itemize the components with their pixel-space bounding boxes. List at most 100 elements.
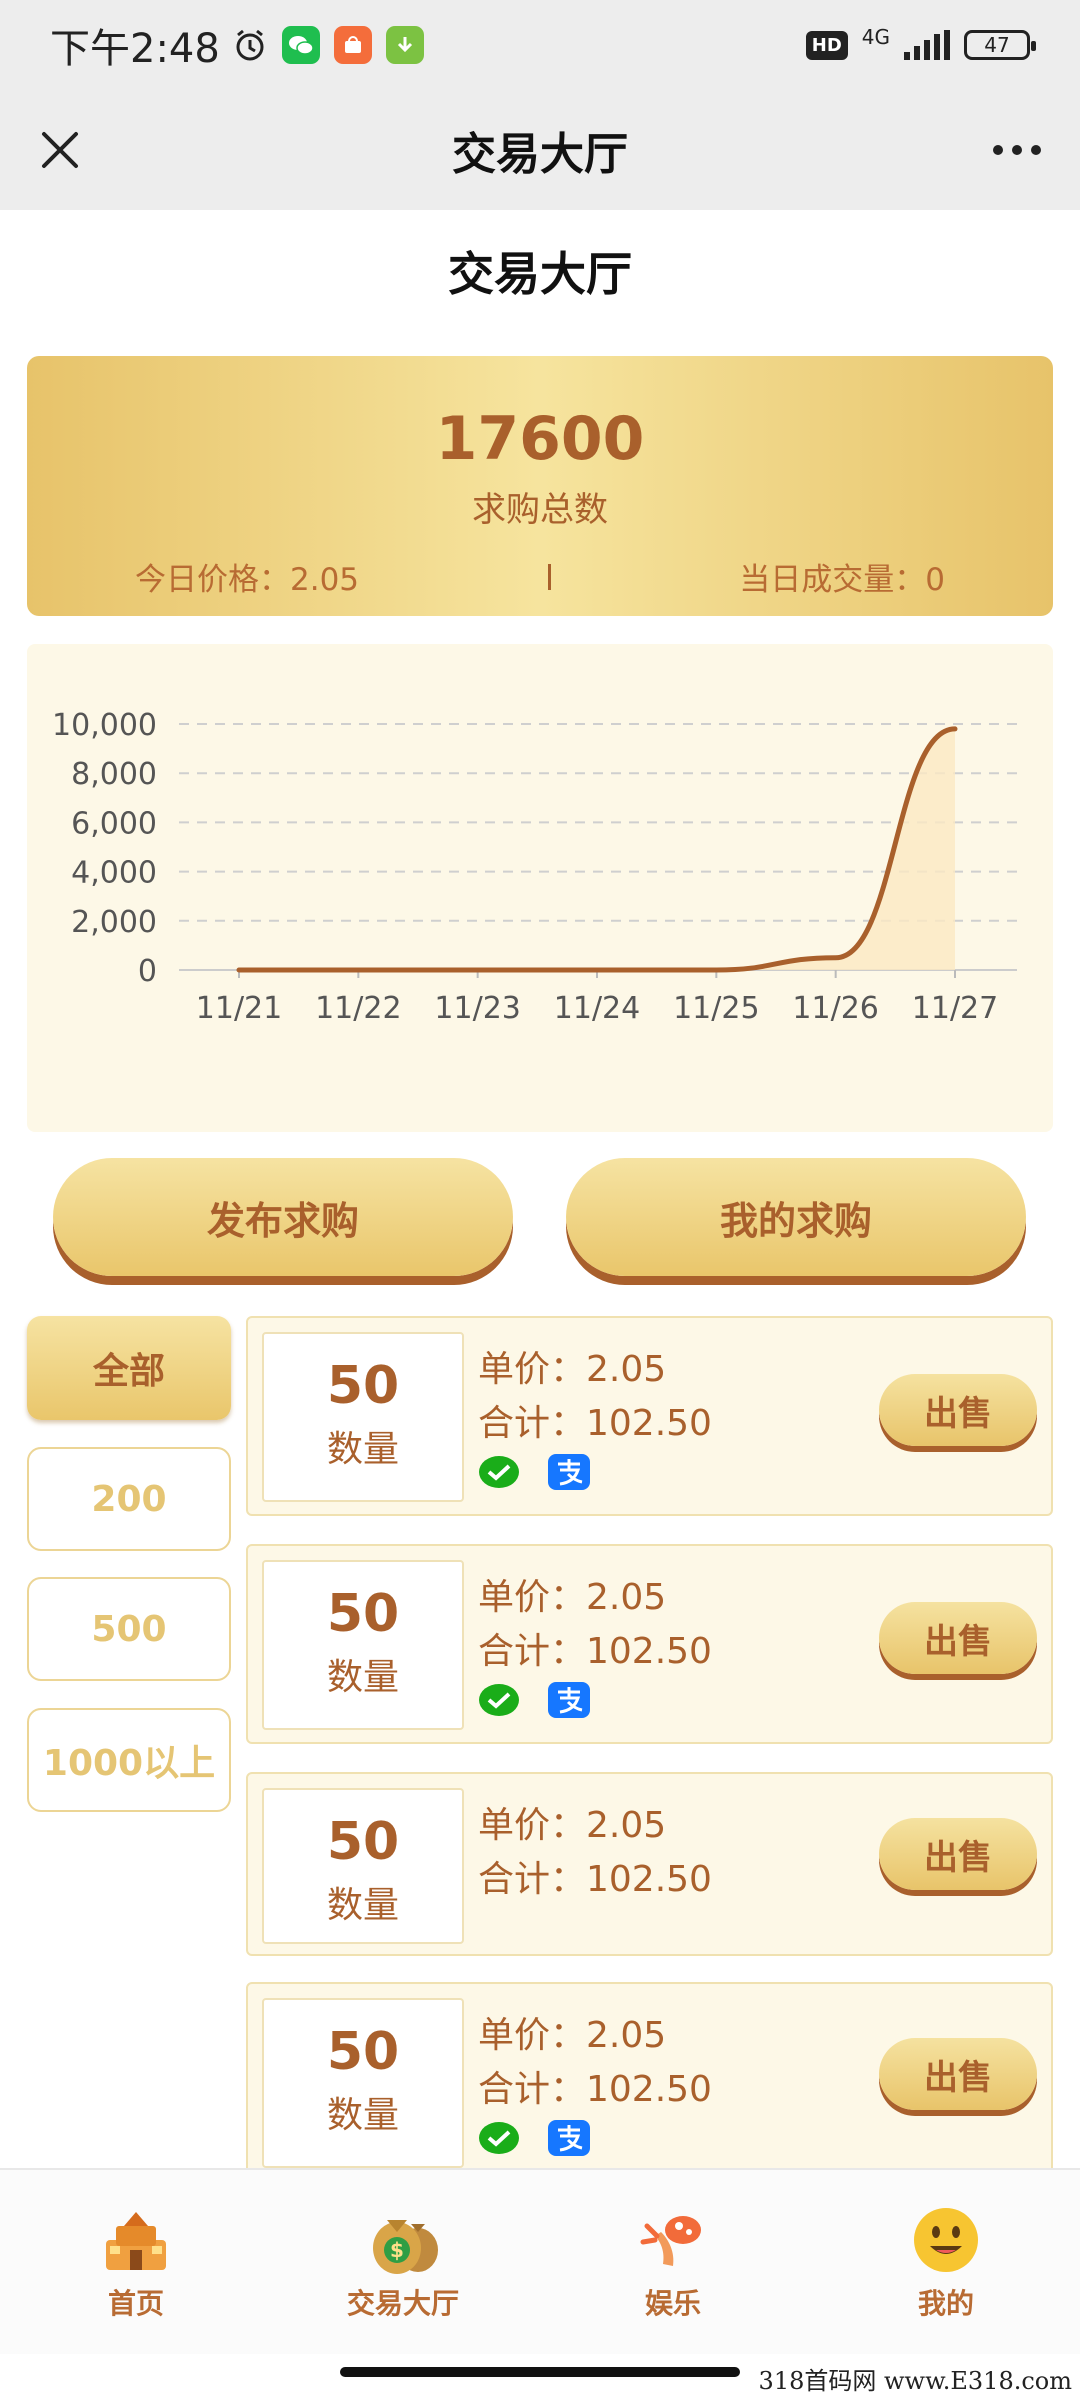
publish-purchase-button[interactable]: 发布求购 xyxy=(53,1158,513,1276)
filter-200[interactable]: 200 xyxy=(27,1447,231,1551)
home-indicator[interactable] xyxy=(340,2367,740,2377)
wechat-pay-icon xyxy=(478,1682,520,1722)
order-card: 50 数量 单价：2.05 合计：102.50 出售 xyxy=(246,1316,1053,1516)
nav-title: 交易大厅 xyxy=(452,129,628,180)
wechat-pay-icon xyxy=(478,2120,520,2160)
payment-methods xyxy=(478,2120,590,2160)
order-card: 50 数量 单价：2.05 合计：102.50 出售 xyxy=(246,1772,1053,1956)
battery-level: 47 xyxy=(984,33,1010,57)
signal-icon xyxy=(904,30,950,60)
order-total: 合计：102.50 xyxy=(478,2069,712,2110)
order-total: 合计：102.50 xyxy=(478,1403,712,1444)
shopping-app-icon xyxy=(333,26,372,64)
summary-card: 17600 求购总数 今日价格：2.05 当日成交量：0 xyxy=(27,356,1053,616)
total-purchase-count: 17600 xyxy=(435,404,645,474)
hd-badge: HD xyxy=(805,30,848,60)
page: 下午2:48 HD 4G 47 交易大厅 交易大厅 17600 求购总数 今日价… xyxy=(0,0,1080,2400)
unit-price: 单价：2.05 xyxy=(478,1805,667,1846)
quantity-value: 50 xyxy=(326,2022,400,2082)
home-icon xyxy=(96,2206,176,2276)
quantity-box: 50 数量 xyxy=(262,1998,464,2168)
today-volume: 当日成交量：0 xyxy=(739,562,945,598)
alarm-icon xyxy=(232,27,268,63)
quantity-label: 数量 xyxy=(326,2095,399,2136)
filter-500[interactable]: 500 xyxy=(27,1577,231,1681)
series-line xyxy=(236,726,958,973)
bottom-tab-bar: 首页 $ 交易大厅 娱乐 我的 xyxy=(0,2168,1080,2354)
entertainment-icon xyxy=(633,2206,713,2276)
order-total: 合计：102.50 xyxy=(478,1859,712,1900)
money-bag-icon: $ xyxy=(363,2206,443,2276)
series-area xyxy=(239,728,955,970)
status-bar: 下午2:48 HD 4G 47 xyxy=(0,0,1080,90)
tab-home-label: 首页 xyxy=(107,2287,164,2320)
price-chart: 10,000 8,000 6,000 4,000 2,000 0 11/21 11/22 11/… xyxy=(27,644,1053,1132)
order-card: 50 数量 单价：2.05 合计：102.50 出售 xyxy=(246,1982,1053,2182)
tab-entertainment[interactable]: 娱乐 xyxy=(573,2206,773,2322)
y-tick-label: 2,000 xyxy=(71,905,157,940)
quantity-label: 数量 xyxy=(326,1885,399,1926)
tab-trading-hall-label: 交易大厅 xyxy=(346,2287,459,2320)
svg-text:$: $ xyxy=(390,2238,404,2262)
chart-svg: 10,000 8,000 6,000 4,000 2,000 0 11/21 11/22 11/… xyxy=(52,708,1017,1026)
network-type: 4G xyxy=(861,25,890,49)
y-tick-label: 6,000 xyxy=(71,806,157,841)
unit-price: 单价：2.05 xyxy=(478,1349,667,1390)
wechat-pay-icon xyxy=(478,1454,520,1494)
payment-methods xyxy=(478,1454,590,1494)
wechat-notification-icon xyxy=(281,26,320,64)
total-purchase-label: 求购总数 xyxy=(472,490,608,530)
quantity-value: 50 xyxy=(326,1812,400,1872)
summary-stats-row: 今日价格：2.05 当日成交量：0 xyxy=(135,554,945,599)
stats-divider xyxy=(547,563,551,590)
alipay-icon xyxy=(548,1682,590,1722)
quantity-value: 50 xyxy=(326,1356,400,1416)
y-tick-label: 0 xyxy=(138,954,157,989)
unit-price: 单价：2.05 xyxy=(478,1577,667,1618)
battery-icon: 47 xyxy=(964,30,1036,60)
quantity-label: 数量 xyxy=(326,1657,399,1698)
y-tick-label: 4,000 xyxy=(71,856,157,891)
more-menu-icon[interactable] xyxy=(982,120,1052,180)
alipay-icon xyxy=(548,2120,590,2160)
x-tick-label: 11/26 xyxy=(792,991,878,1026)
watermark: 318首码网 www.E318.com xyxy=(758,2367,1072,2395)
filter-1000-plus[interactable]: 1000以上 xyxy=(27,1708,231,1812)
sell-button[interactable]: 出售 xyxy=(879,1374,1037,1446)
status-right: HD 4G 47 xyxy=(805,25,1036,60)
quantity-box: 50 数量 xyxy=(262,1332,464,1502)
order-total: 合计：102.50 xyxy=(478,1631,712,1672)
x-tick-label: 11/22 xyxy=(315,991,401,1026)
payment-methods xyxy=(478,1682,590,1722)
status-time: 下午2:48 xyxy=(50,26,220,72)
tab-entertainment-label: 娱乐 xyxy=(644,2287,701,2320)
quantity-label: 数量 xyxy=(326,1429,399,1470)
filter-all[interactable]: 全部 xyxy=(27,1316,231,1420)
tab-profile-label: 我的 xyxy=(917,2287,974,2320)
tab-trading-hall[interactable]: $ 交易大厅 xyxy=(303,2206,503,2322)
tab-home[interactable]: 首页 xyxy=(36,2206,236,2322)
close-icon[interactable] xyxy=(30,120,90,180)
sell-button[interactable]: 出售 xyxy=(879,1818,1037,1890)
download-icon xyxy=(385,26,424,64)
today-price: 今日价格：2.05 xyxy=(135,562,360,598)
quantity-box: 50 数量 xyxy=(262,1788,464,1944)
x-tick-label: 11/24 xyxy=(554,991,640,1026)
x-tick-label: 11/23 xyxy=(434,991,520,1026)
quantity-box: 50 数量 xyxy=(262,1560,464,1730)
page-title: 交易大厅 xyxy=(448,247,632,301)
order-card: 50 数量 单价：2.05 合计：102.50 出售 xyxy=(246,1544,1053,1744)
sell-button[interactable]: 出售 xyxy=(879,2038,1037,2110)
profile-icon xyxy=(906,2206,986,2276)
x-tick-label: 11/27 xyxy=(912,991,998,1026)
my-purchase-button[interactable]: 我的求购 xyxy=(566,1158,1026,1276)
y-tick-label: 10,000 xyxy=(52,708,157,743)
tab-profile[interactable]: 我的 xyxy=(846,2206,1046,2322)
alipay-icon xyxy=(548,1454,590,1494)
x-tick-label: 11/25 xyxy=(673,991,759,1026)
quantity-value: 50 xyxy=(326,1584,400,1644)
unit-price: 单价：2.05 xyxy=(478,2015,667,2056)
nav-bar: 交易大厅 xyxy=(0,90,1080,210)
x-tick-label: 11/21 xyxy=(196,991,282,1026)
sell-button[interactable]: 出售 xyxy=(879,1602,1037,1674)
